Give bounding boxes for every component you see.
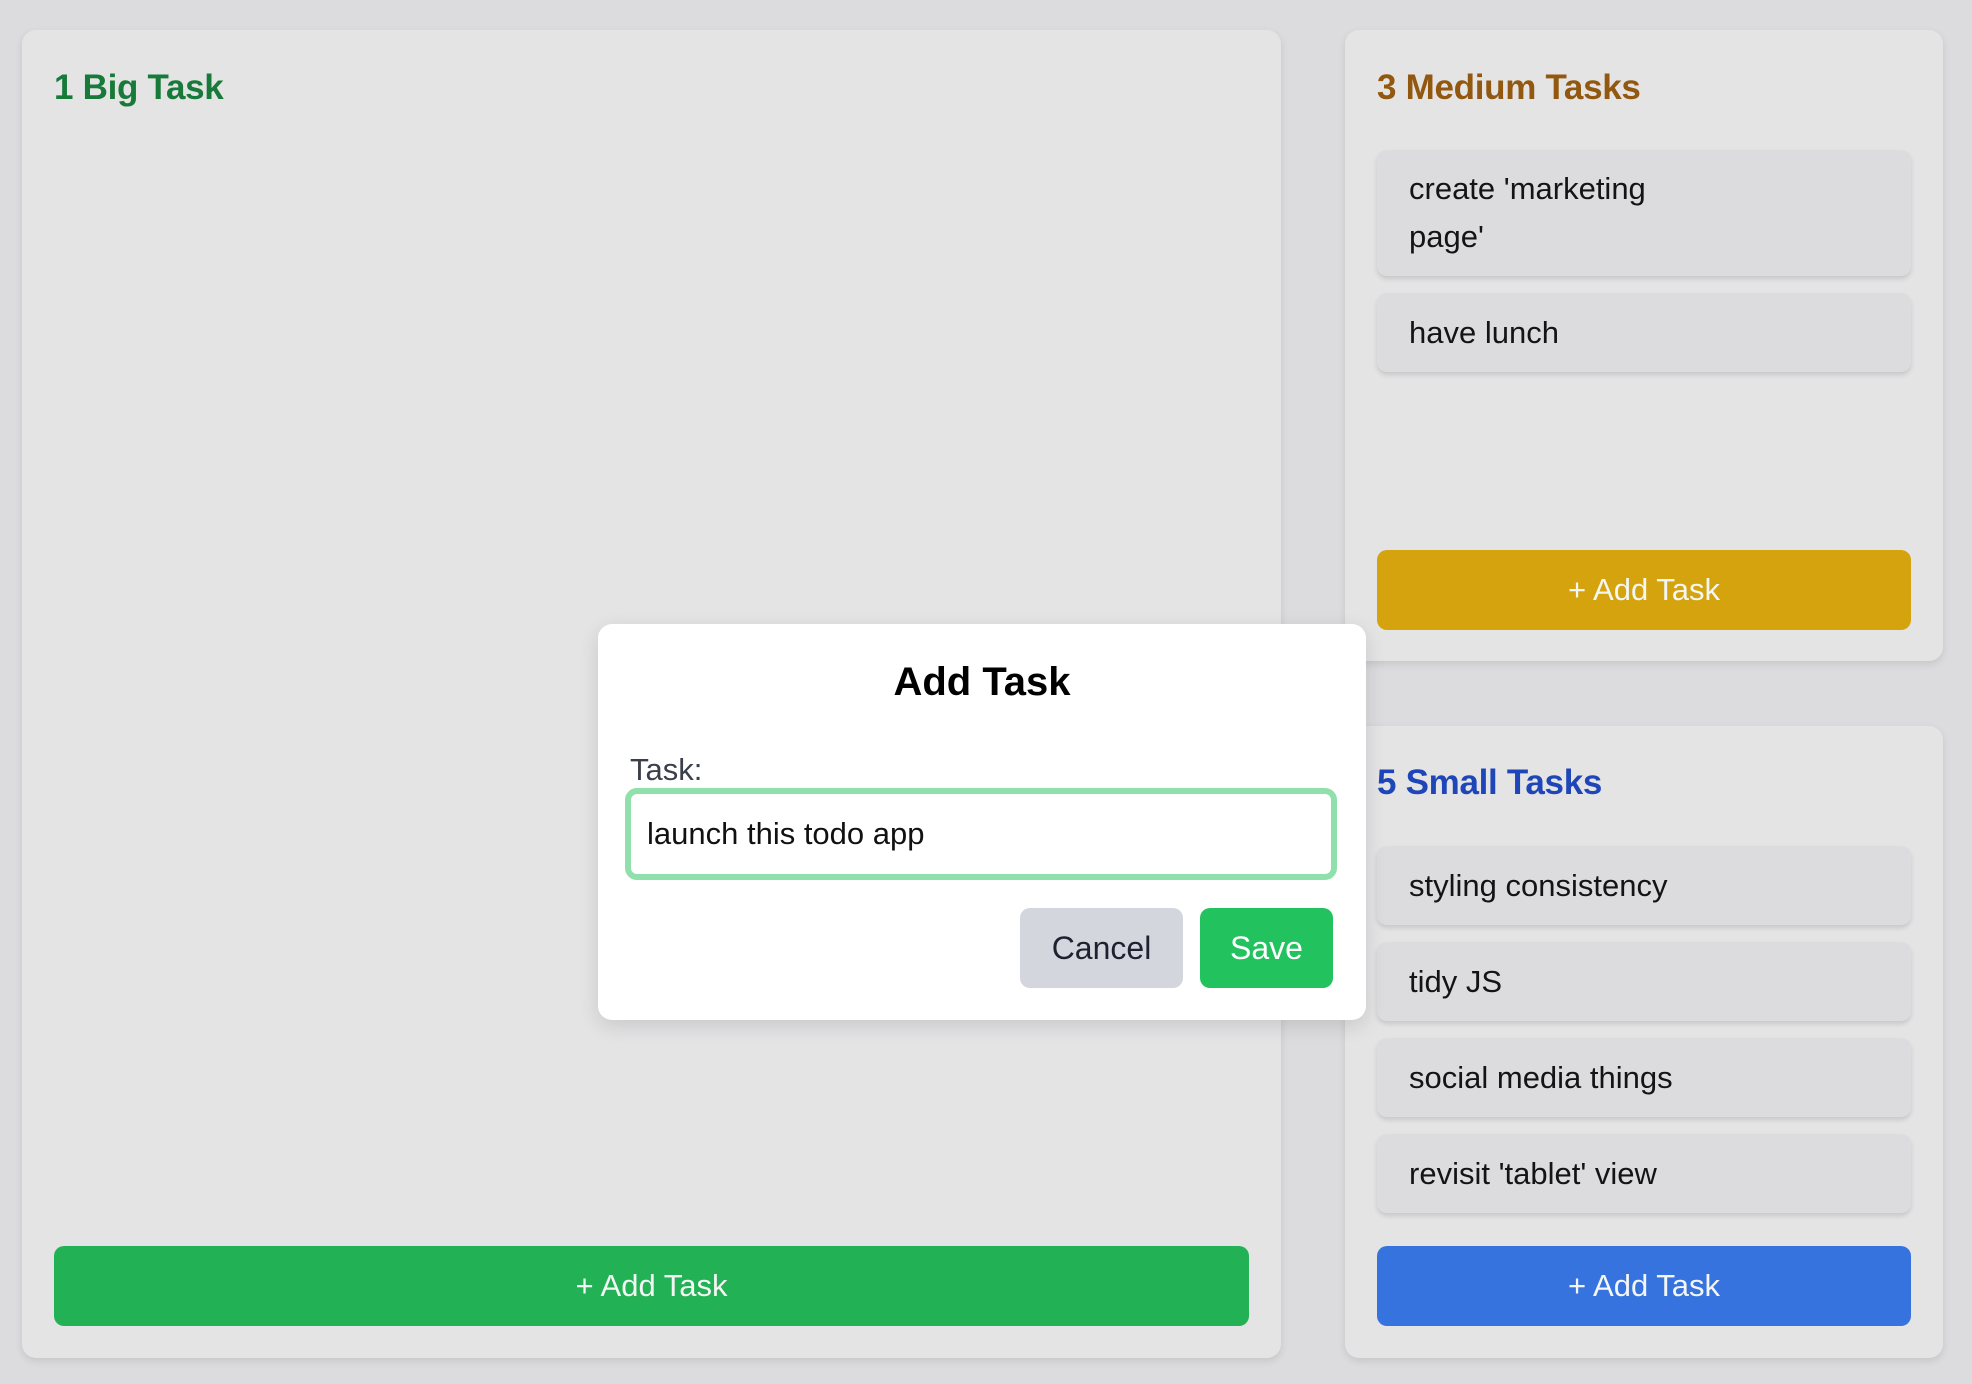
modal-title: Add Task <box>893 660 1071 704</box>
small-add-task-button[interactable]: + Add Task <box>1377 1246 1911 1326</box>
medium-task-title: 3 Medium Tasks <box>1377 68 1641 107</box>
task-card[interactable]: social media things <box>1377 1038 1911 1117</box>
task-card[interactable]: styling consistency <box>1377 846 1911 925</box>
save-button[interactable]: Save <box>1200 908 1333 988</box>
task-card[interactable]: tidy JS <box>1377 942 1911 1021</box>
big-task-title: 1 Big Task <box>54 68 224 107</box>
task-card[interactable]: revisit 'tablet' view <box>1377 1134 1911 1213</box>
small-task-title: 5 Small Tasks <box>1377 763 1603 802</box>
task-field-label: Task: <box>630 752 703 787</box>
task-card[interactable]: create 'marketing page' <box>1377 150 1911 276</box>
medium-add-task-button[interactable]: + Add Task <box>1377 550 1911 630</box>
cancel-button[interactable]: Cancel <box>1020 908 1183 988</box>
medium-task-panel: 3 Medium Tasks create 'marketing page' h… <box>1345 30 1943 661</box>
big-add-task-button[interactable]: + Add Task <box>54 1246 1249 1326</box>
add-task-modal: Add Task Task: Cancel Save <box>598 624 1366 1020</box>
task-card[interactable]: have lunch <box>1377 293 1911 372</box>
small-task-list: styling consistency tidy JS social media… <box>1377 846 1911 1230</box>
task-input[interactable] <box>625 788 1337 880</box>
small-task-panel: 5 Small Tasks styling consistency tidy J… <box>1345 726 1943 1358</box>
task-board: 1 Big Task + Add Task 3 Medium Tasks cre… <box>0 0 1972 1384</box>
medium-task-list: create 'marketing page' have lunch <box>1377 150 1911 389</box>
